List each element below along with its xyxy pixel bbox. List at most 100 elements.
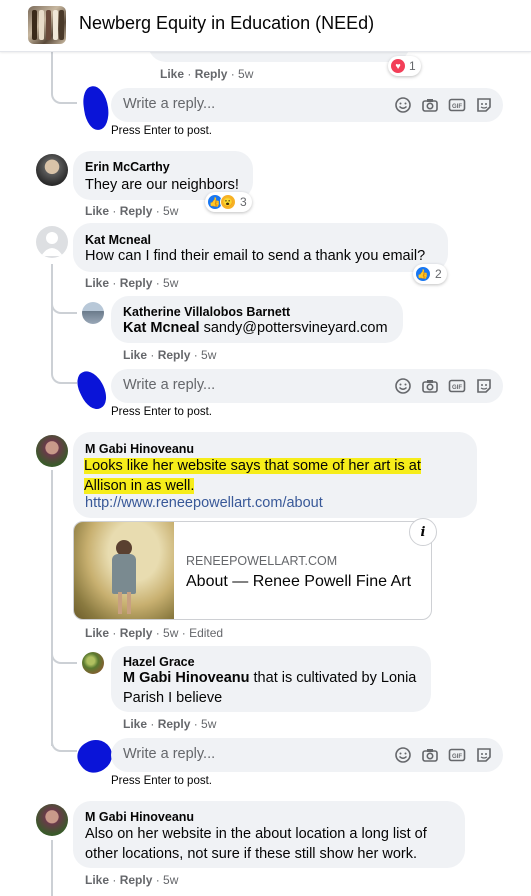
thread-connector	[51, 86, 77, 104]
timestamp[interactable]: 5w	[201, 717, 216, 731]
reply-link[interactable]: Reply	[195, 67, 228, 81]
avatar[interactable]	[82, 652, 104, 674]
like-link[interactable]: Like	[85, 276, 109, 290]
camera-icon[interactable]	[421, 377, 439, 395]
reply-bubble: Hazel Grace M Gabi Hinoveanu that is cul…	[111, 646, 431, 712]
reply-author[interactable]: Hazel Grace	[123, 655, 195, 669]
comment-author[interactable]: M Gabi Hinoveanu	[85, 810, 194, 824]
group-thumbnail[interactable]	[28, 6, 66, 44]
comment-actions: Like · Reply · 5w	[160, 67, 254, 81]
reply-bubble: Katherine Villalobos Barnett Kat Mcneal …	[111, 296, 403, 343]
reaction-count: 2	[435, 267, 442, 281]
link-preview-title: About — Renee Powell Fine Art	[186, 573, 412, 590]
comment-author[interactable]: M Gabi Hinoveanu	[85, 442, 194, 456]
thread-line	[51, 264, 53, 374]
reply-link[interactable]: Reply	[158, 717, 191, 731]
thread-connector	[51, 366, 77, 384]
mention-link[interactable]: Kat Mcneal	[123, 320, 200, 336]
timestamp[interactable]: 5w	[163, 873, 178, 887]
gif-icon[interactable]: GIF	[448, 377, 466, 395]
comment-author[interactable]: Kat Mcneal	[85, 233, 151, 247]
avatar[interactable]	[36, 804, 68, 836]
like-link[interactable]: Like	[85, 204, 109, 218]
redacted-avatar	[72, 366, 112, 414]
comment-bubble: M Gabi Hinoveanu Also on her website in …	[73, 801, 465, 868]
avatar[interactable]	[36, 435, 68, 467]
comment-text: Looks like her website says that some of…	[84, 456, 421, 496]
wow-icon: 😮	[220, 194, 236, 210]
timestamp[interactable]: 5w	[163, 276, 178, 290]
thread-line	[51, 470, 53, 746]
like-link[interactable]: Like	[160, 67, 184, 81]
reply-link[interactable]: Reply	[120, 276, 153, 290]
reply-text: Kat Mcneal sandy@pottersvineyard.com	[123, 318, 388, 338]
heart-icon: ♥	[390, 58, 406, 74]
sticker-icon[interactable]	[475, 746, 493, 764]
link-preview-domain: RENEEPOWELLART.COM	[186, 554, 338, 568]
camera-icon[interactable]	[421, 746, 439, 764]
reply-input[interactable]: Write a reply... GIF	[111, 88, 503, 122]
reply-author[interactable]: Katherine Villalobos Barnett	[123, 305, 290, 319]
comment-actions: Like · Reply · 5w	[85, 873, 179, 887]
like-link[interactable]: Like	[85, 873, 109, 887]
comment-actions: Like · Reply · 5w · Edited	[85, 626, 224, 640]
emoji-icon[interactable]	[394, 96, 412, 114]
comment-author[interactable]: Erin McCarthy	[85, 160, 170, 174]
gif-icon[interactable]: GIF	[448, 746, 466, 764]
timestamp[interactable]: 5w	[163, 204, 178, 218]
link-preview-card[interactable]: RENEEPOWELLART.COM About — Renee Powell …	[73, 521, 432, 620]
reaction-badge[interactable]: 👍 😮 3	[205, 192, 252, 212]
reply-link[interactable]: Reply	[120, 204, 153, 218]
reaction-badge[interactable]: ♥ 1	[388, 56, 421, 76]
reaction-badge[interactable]: 👍 2	[413, 264, 447, 284]
reply-input[interactable]: Write a reply... GIF	[111, 369, 503, 403]
edited-label[interactable]: Edited	[189, 626, 223, 640]
timestamp[interactable]: 5w	[163, 626, 178, 640]
svg-text:GIF: GIF	[452, 385, 462, 391]
timestamp[interactable]: 5w	[238, 67, 253, 81]
group-title[interactable]: Newberg Equity in Education (NEEd)	[79, 13, 374, 34]
avatar[interactable]	[36, 154, 68, 186]
group-header: Newberg Equity in Education (NEEd)	[0, 0, 531, 52]
default-avatar-icon	[41, 232, 63, 256]
like-link[interactable]: Like	[85, 626, 109, 640]
emoji-icon[interactable]	[394, 746, 412, 764]
thread-connector	[51, 734, 77, 752]
thread-connector	[51, 296, 77, 314]
thread-connector	[51, 646, 77, 664]
reply-input[interactable]: Write a reply... GIF	[111, 738, 503, 772]
comment-bubble: M Gabi Hinoveanu Looks like her website …	[73, 432, 477, 518]
comment-text: How can I find their email to send a tha…	[85, 248, 426, 264]
reply-placeholder: Write a reply...	[123, 96, 216, 112]
mention-link[interactable]: M Gabi Hinoveanu	[123, 670, 250, 686]
info-icon[interactable]: i	[409, 518, 437, 546]
avatar[interactable]	[36, 226, 68, 258]
link-preview-image	[74, 522, 174, 619]
highlighted-text-line: Looks like her website says that some of…	[84, 458, 421, 474]
comment-text-line: Also on her website in the about locatio…	[85, 826, 427, 842]
sticker-icon[interactable]	[475, 377, 493, 395]
thread-line	[51, 840, 53, 896]
reply-link[interactable]: Reply	[158, 348, 191, 362]
sticker-icon[interactable]	[475, 96, 493, 114]
reply-text-body: sandy@pottersvineyard.com	[203, 320, 388, 336]
timestamp[interactable]: 5w	[201, 348, 216, 362]
comment-link[interactable]: http://www.reneepowellart.com/about	[85, 493, 323, 513]
camera-icon[interactable]	[421, 96, 439, 114]
emoji-icon[interactable]	[394, 377, 412, 395]
comment-actions: Like · Reply · 5w	[123, 717, 217, 731]
reply-text: M Gabi Hinoveanu that is cultivated by L…	[123, 668, 416, 708]
like-link[interactable]: Like	[123, 348, 147, 362]
like-link[interactable]: Like	[123, 717, 147, 731]
gif-icon[interactable]: GIF	[448, 96, 466, 114]
press-enter-hint: Press Enter to post.	[111, 125, 212, 137]
reply-link[interactable]: Reply	[120, 873, 153, 887]
reaction-count: 1	[409, 59, 416, 73]
comment-actions: Like · Reply · 5w	[85, 276, 179, 290]
press-enter-hint: Press Enter to post.	[111, 775, 212, 787]
comment-text-line: other locations, not sure if these still…	[85, 846, 418, 862]
avatar[interactable]	[82, 302, 104, 324]
redacted-avatar	[81, 84, 111, 132]
comment-actions: Like · Reply · 5w	[123, 348, 217, 362]
reply-link[interactable]: Reply	[120, 626, 153, 640]
